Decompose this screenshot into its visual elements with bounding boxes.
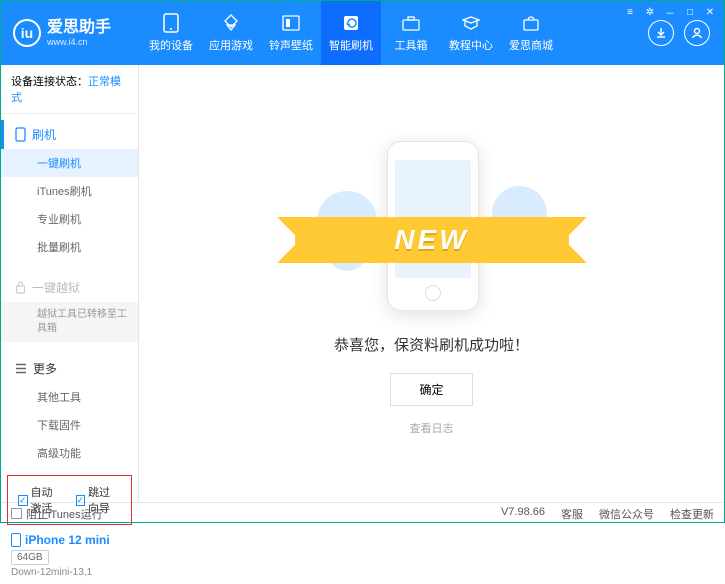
connection-status: 设备连接状态：正常模式: [1, 65, 138, 114]
nav-label: 爱思商城: [509, 37, 553, 53]
device-detail: Down-12mini-13,1: [11, 567, 128, 578]
nav-label: 教程中心: [449, 37, 493, 53]
nav-ringtones[interactable]: 铃声壁纸: [261, 1, 321, 65]
lock-icon: [15, 281, 26, 294]
nav-my-device[interactable]: 我的设备: [141, 1, 201, 65]
checkbox-icon: ✓: [76, 495, 86, 506]
nav-apps-games[interactable]: 应用游戏: [201, 1, 261, 65]
success-illustration: NEW: [317, 131, 547, 316]
check-update-link[interactable]: 检查更新: [670, 506, 714, 522]
checkbox-label: 阻止iTunes运行: [26, 506, 103, 522]
success-message: 恭喜您，保资料刷机成功啦！: [334, 334, 529, 355]
wallpaper-icon: [281, 13, 301, 33]
sidebar-item-other-tools[interactable]: 其他工具: [1, 383, 138, 411]
main-content: NEW 恭喜您，保资料刷机成功啦！ 确定 查看日志: [139, 65, 724, 502]
view-log-link[interactable]: 查看日志: [410, 420, 454, 436]
flash-icon: [341, 13, 361, 33]
phone-icon: [161, 13, 181, 33]
footer: 阻止iTunes运行 V7.98.66 客服 微信公众号 检查更新: [1, 502, 724, 524]
brand-url: www.i4.cn: [47, 37, 111, 47]
new-banner: NEW: [295, 217, 569, 263]
header-actions: [648, 20, 724, 46]
logo-area: iu 爱思助手 www.i4.cn: [1, 19, 141, 47]
sidebar-flash-header[interactable]: 刷机: [1, 120, 138, 149]
checkbox-icon: ✓: [18, 495, 28, 506]
toolbox-icon: [401, 13, 421, 33]
settings-icon[interactable]: ✲: [642, 5, 658, 19]
store-icon: [521, 13, 541, 33]
menu-icon[interactable]: ≡: [622, 5, 638, 19]
brand-name: 爱思助手: [47, 19, 111, 37]
sidebar: 设备连接状态：正常模式 刷机 一键刷机 iTunes刷机 专业刷机 批量刷机 一…: [1, 65, 139, 502]
block-itunes-checkbox[interactable]: 阻止iTunes运行: [11, 506, 103, 522]
checkbox-icon: [11, 508, 22, 519]
main-navbar: 我的设备 应用游戏 铃声壁纸 智能刷机 工具箱 教程中心 爱思商城: [141, 1, 648, 65]
new-text: NEW: [394, 224, 468, 256]
jailbreak-note: 越狱工具已转移至工具箱: [1, 302, 138, 342]
device-storage: 64GB: [11, 550, 49, 565]
sidebar-item-batch-flash[interactable]: 批量刷机: [1, 233, 138, 261]
version-label: V7.98.66: [501, 506, 545, 522]
tutorial-icon: [461, 13, 481, 33]
device-icon: [11, 533, 21, 547]
support-link[interactable]: 客服: [561, 506, 583, 522]
user-button[interactable]: [684, 20, 710, 46]
nav-label: 应用游戏: [209, 37, 253, 53]
phone-small-icon: [15, 127, 26, 142]
logo-icon: iu: [13, 19, 41, 47]
apps-icon: [221, 13, 241, 33]
nav-label: 我的设备: [149, 37, 193, 53]
nav-label: 铃声壁纸: [269, 37, 313, 53]
status-label: 设备连接状态：: [11, 76, 88, 88]
sidebar-header-label: 一键越狱: [32, 279, 80, 296]
ok-button[interactable]: 确定: [390, 373, 472, 406]
nav-label: 工具箱: [395, 37, 428, 53]
nav-label: 智能刷机: [329, 37, 373, 53]
device-name: iPhone 12 mini: [11, 533, 128, 547]
sidebar-header-label: 更多: [33, 360, 57, 377]
minimize-button[interactable]: －: [662, 5, 678, 19]
wechat-link[interactable]: 微信公众号: [599, 506, 654, 522]
sidebar-header-label: 刷机: [32, 126, 56, 143]
device-info[interactable]: iPhone 12 mini 64GB Down-12mini-13,1: [1, 527, 138, 584]
sidebar-item-itunes-flash[interactable]: iTunes刷机: [1, 177, 138, 205]
download-button[interactable]: [648, 20, 674, 46]
window-controls: ≡ ✲ － □ ✕: [622, 5, 718, 19]
nav-toolbox[interactable]: 工具箱: [381, 1, 441, 65]
close-button[interactable]: ✕: [702, 5, 718, 19]
list-icon: [15, 363, 27, 374]
nav-tutorials[interactable]: 教程中心: [441, 1, 501, 65]
sidebar-item-oneclick-flash[interactable]: 一键刷机: [1, 149, 138, 177]
maximize-button[interactable]: □: [682, 5, 698, 19]
nav-store[interactable]: 爱思商城: [501, 1, 561, 65]
nav-smart-flash[interactable]: 智能刷机: [321, 1, 381, 65]
sidebar-more-header[interactable]: 更多: [1, 354, 138, 383]
app-header: iu 爱思助手 www.i4.cn 我的设备 应用游戏 铃声壁纸 智能刷机 工具…: [1, 1, 724, 65]
sidebar-jailbreak-header: 一键越狱: [1, 273, 138, 302]
sidebar-item-advanced[interactable]: 高级功能: [1, 439, 138, 467]
sidebar-item-pro-flash[interactable]: 专业刷机: [1, 205, 138, 233]
sidebar-item-download-firmware[interactable]: 下载固件: [1, 411, 138, 439]
